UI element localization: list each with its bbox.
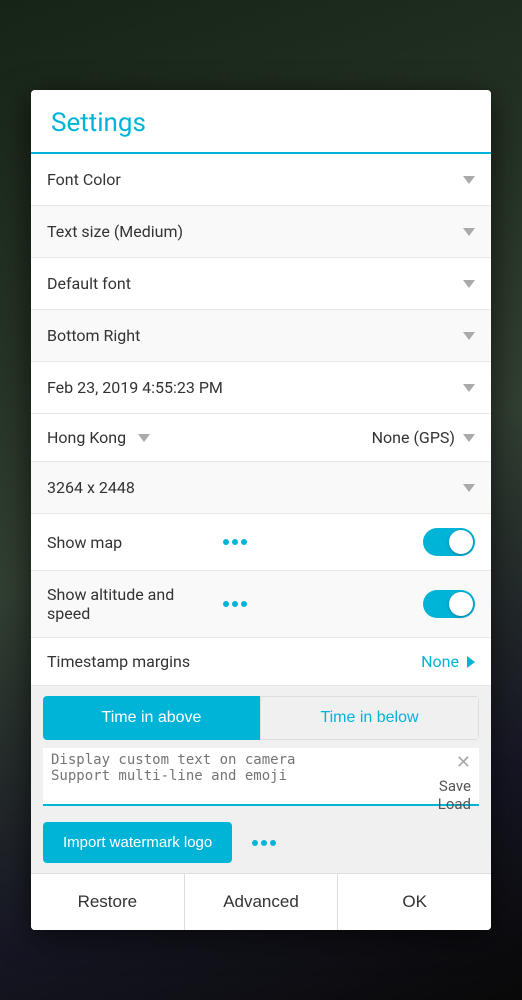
location-label: Hong Kong	[47, 428, 126, 447]
bottom-buttons: Restore Advanced OK	[31, 873, 491, 930]
location-left: Hong Kong	[47, 428, 372, 447]
chevron-icon	[463, 332, 475, 340]
text-size-right	[455, 228, 475, 236]
textarea-wrapper: ✕ Save Load	[43, 748, 479, 806]
timestamp-margins-right: None	[421, 652, 475, 671]
chevron-icon	[463, 228, 475, 236]
toggle-knob	[449, 592, 473, 616]
chevron-icon	[463, 384, 475, 392]
location-right: None (GPS)	[372, 428, 475, 447]
show-altitude-toggle[interactable]	[423, 590, 475, 618]
textarea-actions: ✕ Save Load	[438, 752, 471, 813]
clear-text-button[interactable]: ✕	[456, 752, 471, 773]
gps-label: None (GPS)	[372, 428, 455, 447]
ok-button[interactable]: OK	[338, 874, 491, 930]
gps-chevron-icon	[463, 434, 475, 442]
default-font-label: Default font	[47, 274, 455, 293]
save-button[interactable]: Save	[439, 777, 471, 795]
font-color-row[interactable]: Font Color	[31, 154, 491, 206]
show-map-row: Show map	[31, 514, 491, 571]
textarea-section: ✕ Save Load	[31, 748, 491, 814]
timestamp-margins-row[interactable]: Timestamp margins None	[31, 638, 491, 686]
dot-2	[232, 539, 238, 545]
dialog-title: Settings	[51, 108, 471, 138]
dialog-title-bar: Settings	[31, 90, 491, 154]
resolution-right	[455, 484, 475, 492]
save-load-group: Save Load	[438, 777, 471, 813]
timestamp-margins-label: Timestamp margins	[47, 652, 421, 671]
location-row[interactable]: Hong Kong None (GPS)	[31, 414, 491, 462]
import-watermark-button[interactable]: Import watermark logo	[43, 822, 232, 863]
text-size-row[interactable]: Text size (Medium)	[31, 206, 491, 258]
import-section: Import watermark logo	[31, 814, 491, 873]
tab-buttons: Time in above Time in below	[43, 696, 479, 740]
resolution-row[interactable]: 3264 x 2448	[31, 462, 491, 514]
text-size-label: Text size (Medium)	[47, 222, 455, 241]
settings-dialog: Settings Font Color Text size (Medium) D…	[31, 90, 491, 930]
show-altitude-dots	[223, 601, 247, 607]
custom-text-input[interactable]	[51, 752, 471, 796]
tab-time-below[interactable]: Time in below	[260, 696, 479, 740]
position-row[interactable]: Bottom Right	[31, 310, 491, 362]
show-map-dots	[223, 539, 247, 545]
dot-2	[232, 601, 238, 607]
restore-button[interactable]: Restore	[31, 874, 185, 930]
show-map-toggle[interactable]	[423, 528, 475, 556]
resolution-label: 3264 x 2448	[47, 478, 455, 497]
dot-1	[223, 539, 229, 545]
timestamp-row[interactable]: Feb 23, 2019 4:55:23 PM	[31, 362, 491, 414]
chevron-icon	[463, 176, 475, 184]
font-color-label: Font Color	[47, 170, 455, 189]
default-font-right	[455, 280, 475, 288]
toggle-knob	[449, 530, 473, 554]
show-map-label: Show map	[47, 533, 215, 552]
tab-time-above[interactable]: Time in above	[43, 696, 260, 740]
chevron-icon	[463, 484, 475, 492]
timestamp-label: Feb 23, 2019 4:55:23 PM	[47, 378, 455, 397]
location-chevron-icon	[138, 434, 150, 442]
show-altitude-label: Show altitude and speed	[47, 585, 215, 623]
dot-3	[241, 539, 247, 545]
import-dots	[252, 840, 276, 846]
tab-section: Time in above Time in below	[31, 686, 491, 748]
position-label: Bottom Right	[47, 326, 455, 345]
position-right	[455, 332, 475, 340]
advanced-button[interactable]: Advanced	[185, 874, 339, 930]
load-button[interactable]: Load	[438, 795, 471, 813]
dot-3	[270, 840, 276, 846]
dot-2	[261, 840, 267, 846]
timestamp-right	[455, 384, 475, 392]
settings-list: Font Color Text size (Medium) Default fo…	[31, 154, 491, 686]
chevron-icon	[463, 280, 475, 288]
dot-1	[223, 601, 229, 607]
timestamp-margins-value: None	[421, 652, 459, 671]
default-font-row[interactable]: Default font	[31, 258, 491, 310]
dot-1	[252, 840, 258, 846]
font-color-right	[455, 176, 475, 184]
show-altitude-row: Show altitude and speed	[31, 571, 491, 638]
dot-3	[241, 601, 247, 607]
timestamp-margins-chevron-icon	[467, 656, 475, 668]
